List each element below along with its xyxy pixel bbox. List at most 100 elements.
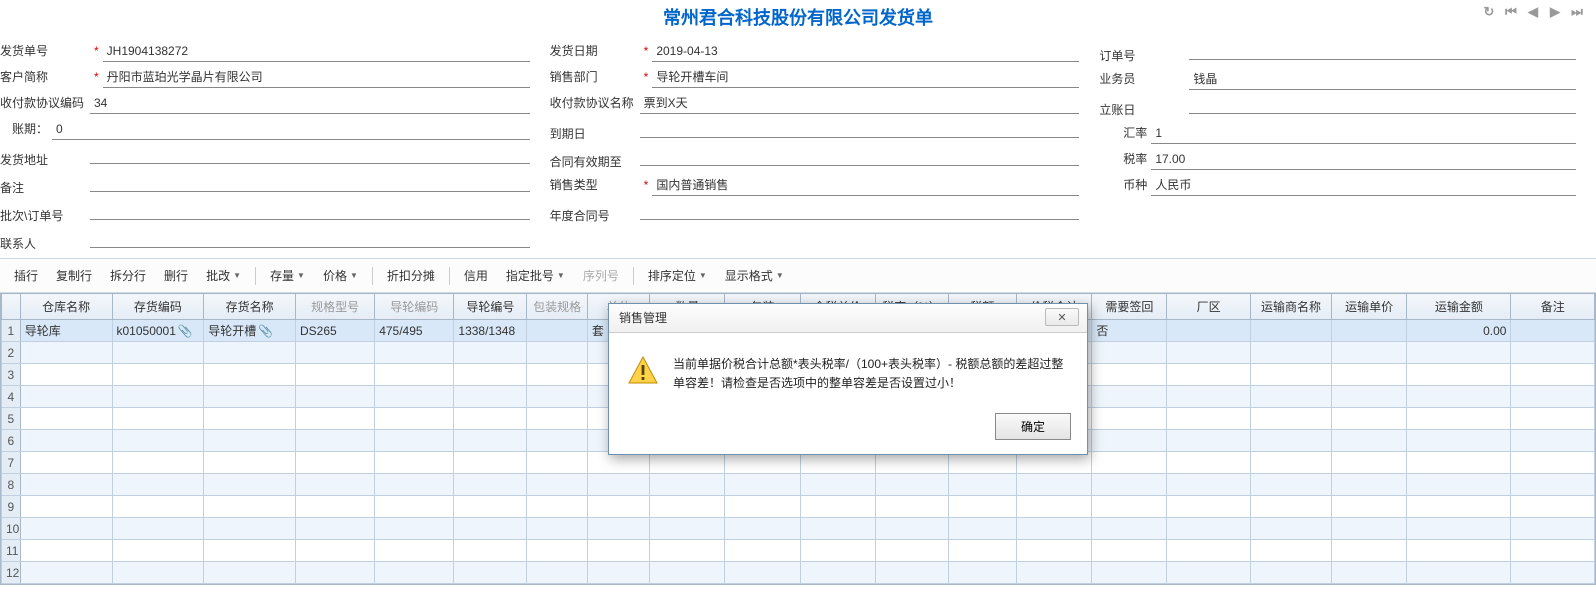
- cell[interactable]: [204, 518, 296, 540]
- cell[interactable]: [454, 408, 527, 430]
- cell[interactable]: [725, 474, 800, 496]
- col-header[interactable]: 规格型号: [295, 294, 374, 320]
- cell[interactable]: [1407, 496, 1511, 518]
- col-header[interactable]: 运输金额: [1407, 294, 1511, 320]
- cell[interactable]: [1092, 474, 1167, 496]
- cell[interactable]: [20, 518, 112, 540]
- cell[interactable]: [454, 452, 527, 474]
- cell[interactable]: [1332, 474, 1407, 496]
- cell[interactable]: k01050001📎: [112, 320, 204, 342]
- field-value[interactable]: 17.00: [1151, 152, 1576, 170]
- cell[interactable]: [112, 518, 204, 540]
- cell[interactable]: [112, 452, 204, 474]
- cell[interactable]: [204, 562, 296, 584]
- col-header[interactable]: 存货名称: [204, 294, 296, 320]
- cell[interactable]: [454, 342, 527, 364]
- cell[interactable]: [587, 474, 650, 496]
- cell[interactable]: [800, 496, 875, 518]
- field-value[interactable]: [640, 120, 1080, 138]
- cell[interactable]: [1332, 452, 1407, 474]
- toolbar-存量[interactable]: 存量▼: [262, 263, 313, 288]
- cell[interactable]: [1511, 342, 1595, 364]
- cell[interactable]: 0.00: [1407, 320, 1511, 342]
- cell[interactable]: [650, 562, 725, 584]
- cell[interactable]: [454, 540, 527, 562]
- cell[interactable]: [1092, 496, 1167, 518]
- cell[interactable]: [1167, 342, 1250, 364]
- cell[interactable]: [875, 518, 948, 540]
- cell[interactable]: [20, 386, 112, 408]
- cell[interactable]: [1511, 452, 1595, 474]
- cell[interactable]: [1511, 408, 1595, 430]
- col-header[interactable]: 包装规格: [527, 294, 587, 320]
- field-value[interactable]: JH1904138272: [103, 44, 530, 62]
- cell[interactable]: [1407, 430, 1511, 452]
- field-value[interactable]: 1: [1151, 126, 1576, 144]
- cell[interactable]: [527, 342, 587, 364]
- cell[interactable]: [112, 474, 204, 496]
- cell[interactable]: [20, 408, 112, 430]
- cell[interactable]: [375, 342, 454, 364]
- cell[interactable]: [800, 562, 875, 584]
- field-value[interactable]: [1189, 96, 1576, 114]
- cell[interactable]: [20, 430, 112, 452]
- col-header[interactable]: 运输单价: [1332, 294, 1407, 320]
- cell[interactable]: [1250, 518, 1331, 540]
- field-value[interactable]: 34: [90, 96, 530, 114]
- table-row[interactable]: 10: [2, 518, 1595, 540]
- cell[interactable]: [295, 540, 374, 562]
- cell[interactable]: [527, 430, 587, 452]
- cell[interactable]: [375, 562, 454, 584]
- field-value[interactable]: 丹阳市蓝珀光学晶片有限公司: [103, 68, 530, 88]
- cell[interactable]: [1167, 364, 1250, 386]
- toolbar-插行[interactable]: 插行: [6, 263, 46, 288]
- cell[interactable]: [454, 386, 527, 408]
- field-value[interactable]: 国内普通销售: [652, 176, 1079, 196]
- table-row[interactable]: 11: [2, 540, 1595, 562]
- cell[interactable]: 1338/1348: [454, 320, 527, 342]
- cell[interactable]: [1511, 364, 1595, 386]
- cell[interactable]: [1511, 518, 1595, 540]
- cell[interactable]: [1407, 386, 1511, 408]
- prev-icon[interactable]: ◀: [1524, 4, 1542, 20]
- cell[interactable]: [1092, 386, 1167, 408]
- cell[interactable]: [725, 540, 800, 562]
- close-icon[interactable]: ✕: [1045, 308, 1079, 326]
- cell[interactable]: [295, 496, 374, 518]
- cell[interactable]: [1407, 342, 1511, 364]
- cell[interactable]: [454, 430, 527, 452]
- cell[interactable]: [875, 562, 948, 584]
- cell[interactable]: [1511, 540, 1595, 562]
- cell[interactable]: [1250, 474, 1331, 496]
- cell[interactable]: [1332, 342, 1407, 364]
- cell[interactable]: [725, 496, 800, 518]
- cell[interactable]: [1250, 342, 1331, 364]
- field-value[interactable]: 人民币: [1151, 176, 1576, 196]
- cell[interactable]: [112, 496, 204, 518]
- cell[interactable]: [454, 496, 527, 518]
- last-icon[interactable]: ⏭: [1568, 4, 1586, 20]
- cell[interactable]: [375, 452, 454, 474]
- cell[interactable]: [295, 386, 374, 408]
- cell[interactable]: [1250, 452, 1331, 474]
- toolbar-信用[interactable]: 信用: [456, 263, 496, 288]
- cell[interactable]: [204, 452, 296, 474]
- cell[interactable]: [454, 562, 527, 584]
- toolbar-序列号[interactable]: 序列号: [575, 263, 627, 288]
- cell[interactable]: [1092, 540, 1167, 562]
- next-icon[interactable]: ▶: [1546, 4, 1564, 20]
- cell[interactable]: [1017, 540, 1092, 562]
- cell[interactable]: 导轮库: [20, 320, 112, 342]
- toolbar-排序定位[interactable]: 排序定位▼: [640, 263, 715, 288]
- col-header[interactable]: 导轮编码: [375, 294, 454, 320]
- cell[interactable]: [948, 562, 1017, 584]
- cell[interactable]: [1511, 430, 1595, 452]
- cell[interactable]: [800, 518, 875, 540]
- cell[interactable]: [587, 496, 650, 518]
- toolbar-批改[interactable]: 批改▼: [198, 263, 249, 288]
- cell[interactable]: [454, 364, 527, 386]
- cell[interactable]: [20, 474, 112, 496]
- cell[interactable]: [1407, 540, 1511, 562]
- cell[interactable]: [20, 496, 112, 518]
- cell[interactable]: [295, 408, 374, 430]
